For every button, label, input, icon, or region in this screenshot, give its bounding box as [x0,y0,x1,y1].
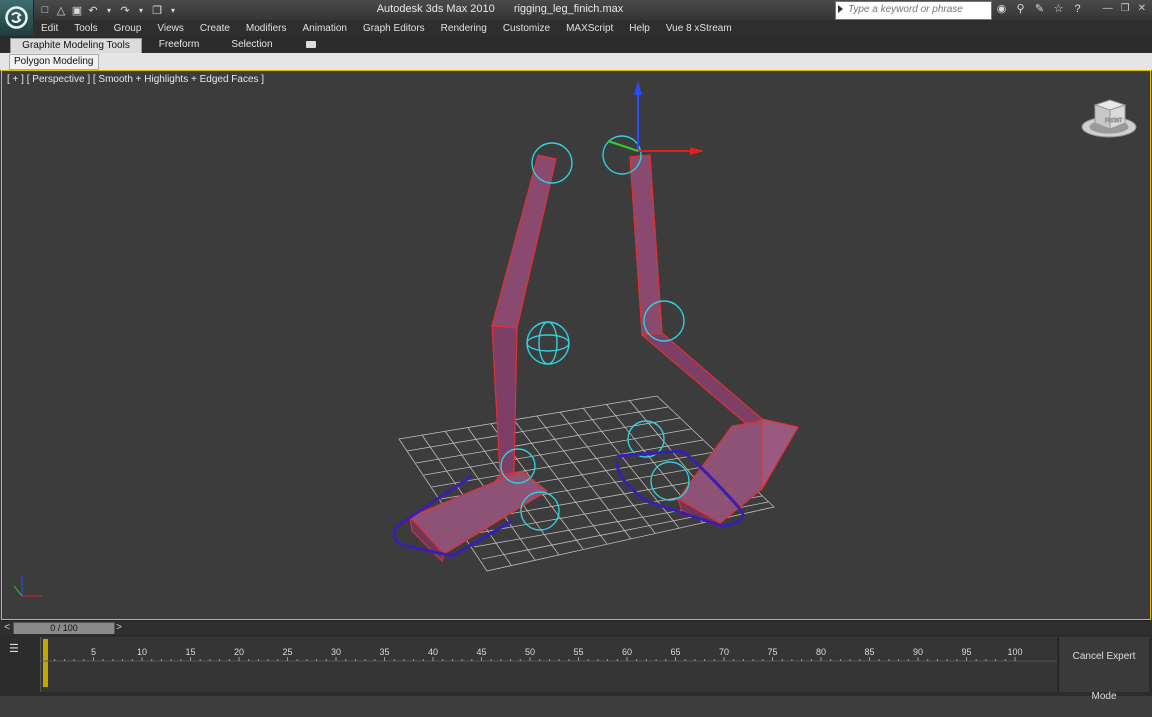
polygon-modeling-button[interactable]: Polygon Modeling [9,54,99,70]
window-controls: — ❐ ✕ [1103,3,1146,14]
axis-tripod [13,576,42,597]
menu-group[interactable]: Group [106,23,150,34]
search-input[interactable] [848,2,988,17]
help-icon[interactable]: ? [1070,2,1085,17]
menu-edit[interactable]: Edit [33,23,66,34]
viewcube-face-label: FRONT [1105,118,1122,124]
time-slider-bar: < 0 / 100 > [0,620,1152,635]
transform-gizmo [607,81,704,155]
close-icon[interactable]: ✕ [1138,3,1146,14]
menu-customize[interactable]: Customize [495,23,558,34]
file-name: rigging_leg_finich.max [513,3,624,15]
menu-vue-xstream[interactable]: Vue 8 xStream [658,23,740,34]
minimize-icon[interactable]: — [1103,3,1113,14]
search-binoculars-icon[interactable]: ◉ [994,2,1009,17]
scene-canvas: FRONT [13,81,1137,597]
menu-animation[interactable]: Animation [294,23,354,34]
restore-icon[interactable]: ❐ [1121,3,1130,14]
viewcube: FRONT [1081,99,1137,138]
tick-lines [41,657,1057,662]
title-bar: □ △ ▣ ↶ ▾ ↷ ▾ ❐ ▾ Autodesk 3ds Max 2010 … [0,0,1152,20]
mini-curve-editor-icon[interactable]: ☰ [9,642,25,655]
ribbon-panel: Polygon Modeling [0,53,1152,71]
favorite-star-icon[interactable]: ☆ [1051,2,1066,17]
time-prev-arrow-icon[interactable]: < [1,622,13,633]
tab-freeform[interactable]: Freeform [150,38,208,52]
key-icon[interactable]: ⚲ [1013,2,1028,17]
subscription-icon[interactable]: ✎ [1032,2,1047,17]
search-box[interactable] [835,1,992,20]
application-button[interactable] [0,0,34,36]
menu-rendering[interactable]: Rendering [433,23,495,34]
menu-help[interactable]: Help [621,23,658,34]
menu-bar: Edit Tools Group Views Create Modifiers … [33,20,1152,36]
menu-graph-editors[interactable]: Graph Editors [355,23,433,34]
tab-selection[interactable]: Selection [222,38,282,52]
ribbon-tab-bar: Graphite Modeling Tools Freeform Selecti… [0,36,1152,54]
menu-create[interactable]: Create [192,23,238,34]
track-area[interactable]: 5 10 15 20 25 30 35 40 45 50 55 60 65 70 75 80 85 90 95 100 [40,637,1057,692]
menu-tools[interactable]: Tools [66,23,105,34]
ribbon-minimize-icon[interactable] [306,41,316,48]
3ds-max-logo-icon [5,6,28,29]
menu-maxscript[interactable]: MAXScript [558,23,621,34]
app-title: Autodesk 3ds Max 2010 [376,3,495,15]
menu-views[interactable]: Views [149,23,192,34]
track-bar: ☰ 5 10 15 20 25 30 35 40 45 50 55 60 65 70 75 80 85 90 95 1… [0,634,1152,702]
search-expand-icon[interactable] [838,5,843,13]
cancel-expert-mode-button[interactable]: Cancel Expert Mode [1058,637,1149,702]
info-center-tools: ◉ ⚲ ✎ ☆ ? [994,2,1085,17]
menu-modifiers[interactable]: Modifiers [238,23,295,34]
time-next-arrow-icon[interactable]: > [113,622,125,633]
tab-graphite-modeling-tools[interactable]: Graphite Modeling Tools [10,38,142,53]
perspective-viewport[interactable]: [ + ] [ Perspective ] [ Smooth + Highlig… [1,70,1151,620]
